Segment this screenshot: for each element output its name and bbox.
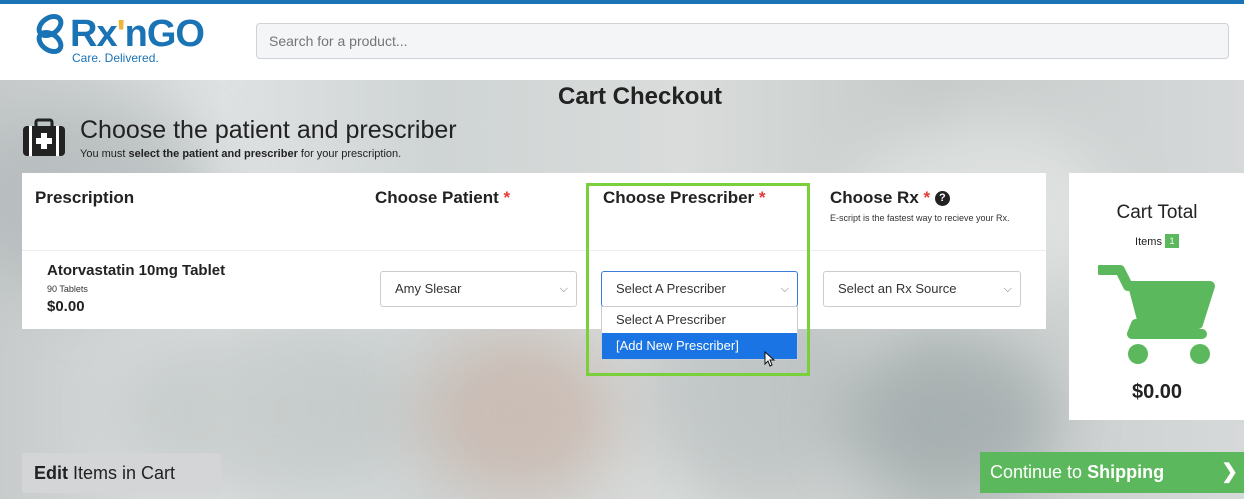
continue-to-shipping-button[interactable]: Continue to Shipping ❯ (980, 452, 1244, 493)
help-icon[interactable]: ? (934, 191, 950, 206)
column-header-rx: Choose Rx * ? (830, 188, 950, 208)
rx-source-select[interactable]: Select an Rx Source ⌵ (823, 271, 1021, 307)
section-title: Choose the patient and prescriber (80, 116, 457, 144)
search-input[interactable] (256, 23, 1229, 59)
required-mark: * (923, 188, 931, 207)
chevron-down-icon: ⌵ (1003, 283, 1012, 295)
chevron-right-icon: ❯ (1221, 461, 1238, 483)
rxngo-logo[interactable]: Rx'nGO Care. Delivered. (32, 12, 205, 68)
prescriber-highlight-box (586, 183, 810, 376)
logo-tagline: Care. Delivered. (72, 51, 159, 65)
shopping-cart-icon (1098, 265, 1215, 364)
column-header-patient: Choose Patient * (375, 188, 511, 207)
items-badge: 1 (1164, 234, 1179, 248)
patient-select-value: Amy Slesar (395, 281, 462, 296)
column-header-prescription: Prescription (35, 188, 135, 207)
rx-source-select-value: Select an Rx Source (838, 281, 957, 296)
product-name: Atorvastatin 10mg Tablet (47, 262, 226, 279)
cart-items-count: Items 1 (1069, 234, 1244, 248)
section-subtitle: You must select the patient and prescrib… (80, 148, 402, 160)
product-quantity: 90 Tablets (47, 284, 88, 294)
product-price: $0.00 (47, 298, 85, 315)
edit-items-button[interactable]: Edit Items in Cart (22, 453, 221, 493)
cart-total-title: Cart Total (1116, 202, 1198, 223)
rx-note: E-script is the fastest way to recieve y… (830, 213, 1010, 223)
page-title: Cart Checkout (557, 83, 723, 110)
patient-select[interactable]: Amy Slesar ⌵ (380, 271, 577, 307)
required-mark: * (503, 188, 511, 207)
cart-total-amount: $0.00 (1131, 381, 1183, 403)
logo-mark-icon (36, 14, 64, 54)
medical-kit-icon (23, 118, 65, 156)
header-divider (22, 250, 1046, 251)
logo-wordmark: Rx'nGO (70, 13, 205, 55)
chevron-down-icon: ⌵ (559, 283, 568, 295)
